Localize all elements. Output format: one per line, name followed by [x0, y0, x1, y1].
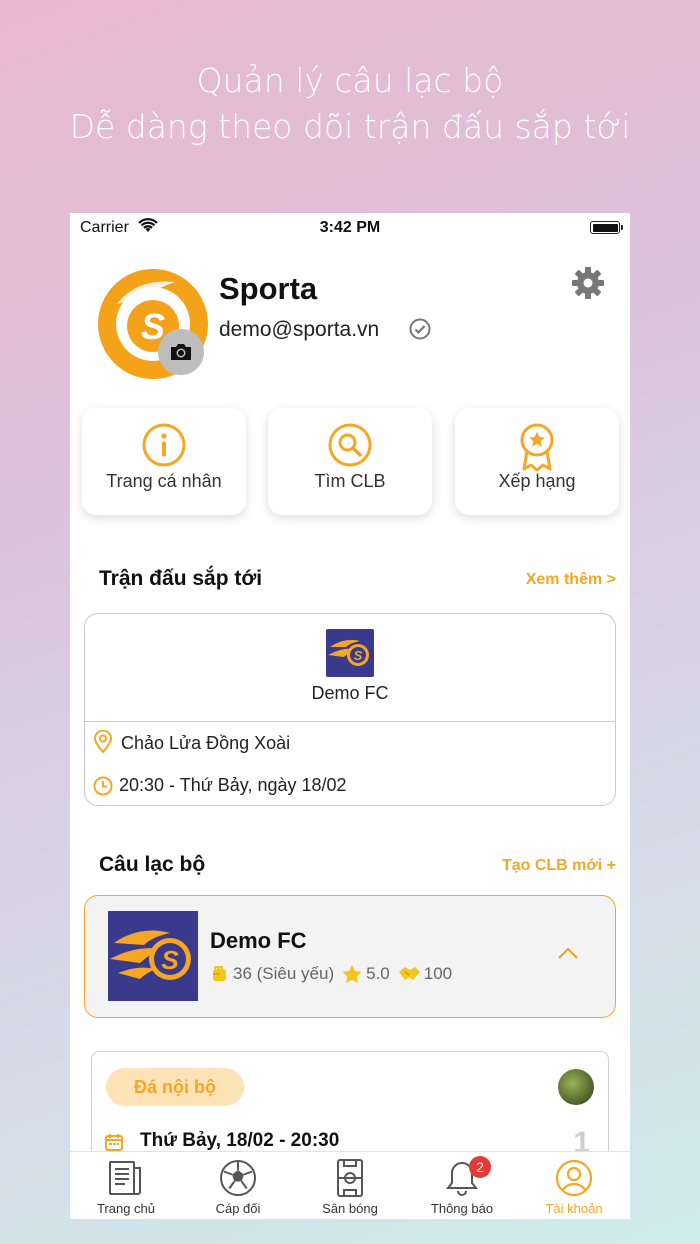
upcoming-match-card[interactable]: S Demo FC Chảo Lửa Đồng Xoài 20:30 - Thứ…: [84, 613, 616, 806]
opponent-avatar: [558, 1069, 594, 1105]
tab-label: Sân bóng: [322, 1201, 378, 1216]
club-reputation: 100: [423, 964, 453, 983]
club-stats: 36 (Siêu yếu) 5.0 100: [210, 964, 456, 984]
svg-text:S: S: [161, 945, 179, 975]
tab-label: Thông báo: [430, 1201, 494, 1216]
bell-icon: [406, 1158, 518, 1198]
upcoming-matches-title: Trận đấu sắp tới: [99, 567, 263, 590]
status-bar: Carrier 3:42 PM: [70, 213, 630, 243]
tab-match-pairing[interactable]: Cáp đối: [182, 1152, 294, 1219]
verified-icon: [408, 317, 432, 346]
svg-text:S: S: [354, 648, 363, 663]
quick-action-ranking[interactable]: Xếp hạng: [455, 408, 619, 515]
tab-account[interactable]: Tài khoản: [518, 1152, 630, 1219]
quick-action-label: Trang cá nhân: [106, 471, 222, 491]
status-time: 3:42 PM: [319, 219, 381, 236]
info-icon: [82, 422, 246, 468]
club-logo: S: [108, 911, 198, 1001]
user-icon: [518, 1158, 630, 1198]
field-icon: [294, 1158, 406, 1198]
see-more-link[interactable]: Xem thêm >: [526, 571, 616, 589]
quick-action-profile[interactable]: Trang cá nhân: [82, 408, 246, 515]
camera-icon: [171, 344, 191, 360]
notification-count-badge: 2: [469, 1156, 491, 1178]
tab-fields[interactable]: Sân bóng: [294, 1152, 406, 1219]
handshake-icon: [398, 967, 420, 980]
event-date: Thứ Bảy, 18/02 - 20:30: [140, 1130, 340, 1151]
tab-label: Trang chủ: [96, 1201, 156, 1216]
bottom-tab-bar: Trang chủ Cáp đối Sân bóng 2 Thông báo T…: [70, 1151, 630, 1219]
soccer-ball-icon: [182, 1158, 294, 1198]
fist-icon: [213, 966, 226, 981]
award-icon: [455, 422, 619, 472]
gear-icon[interactable]: [570, 265, 606, 306]
change-avatar-button[interactable]: [158, 329, 204, 375]
club-rating: 5.0: [366, 964, 390, 983]
tab-label: Tài khoản: [545, 1201, 603, 1216]
event-type-badge: Đá nội bộ: [106, 1068, 244, 1106]
club-level: 36 (Siêu yếu): [233, 964, 335, 983]
profile-name: Sporta: [219, 271, 318, 306]
star-icon: [342, 965, 362, 983]
clubs-title: Câu lạc bộ: [99, 853, 206, 876]
clock-icon: [93, 776, 113, 801]
match-team-name: Demo FC: [311, 683, 389, 703]
promo-headline: Quản lý câu lạc bộ Dễ dàng theo dõi trận…: [0, 58, 700, 150]
team-logo: S: [326, 629, 374, 677]
tab-label: Cáp đối: [215, 1201, 261, 1216]
quick-action-label: Tìm CLB: [314, 471, 386, 491]
news-icon: [70, 1158, 182, 1198]
create-club-link[interactable]: Tạo CLB mới +: [502, 857, 616, 875]
quick-action-find-club[interactable]: Tìm CLB: [268, 408, 432, 515]
phone-screen: Carrier 3:42 PM S Sporta demo@sporta.vn …: [70, 213, 630, 1219]
quick-action-label: Xếp hạng: [498, 471, 576, 491]
profile-email: demo@sporta.vn: [219, 318, 380, 341]
search-icon: [268, 422, 432, 468]
club-name: Demo FC: [210, 928, 307, 953]
promo-headline-line1: Quản lý câu lạc bộ: [196, 61, 504, 100]
tab-notifications[interactable]: 2 Thông báo: [406, 1152, 518, 1219]
divider: [85, 721, 615, 722]
battery-icon: [590, 221, 623, 234]
promo-headline-line2: Dễ dàng theo dõi trận đấu sắp tới: [69, 107, 631, 146]
location-pin-icon: [93, 729, 113, 759]
club-card[interactable]: S Demo FC 36 (Siêu yếu) 5.0 100: [84, 895, 616, 1018]
match-time: 20:30 - Thứ Bảy, ngày 18/02: [119, 775, 347, 795]
match-location: Chảo Lửa Đồng Xoài: [121, 733, 291, 753]
tab-home[interactable]: Trang chủ: [70, 1152, 182, 1219]
chevron-up-icon[interactable]: [557, 946, 579, 965]
